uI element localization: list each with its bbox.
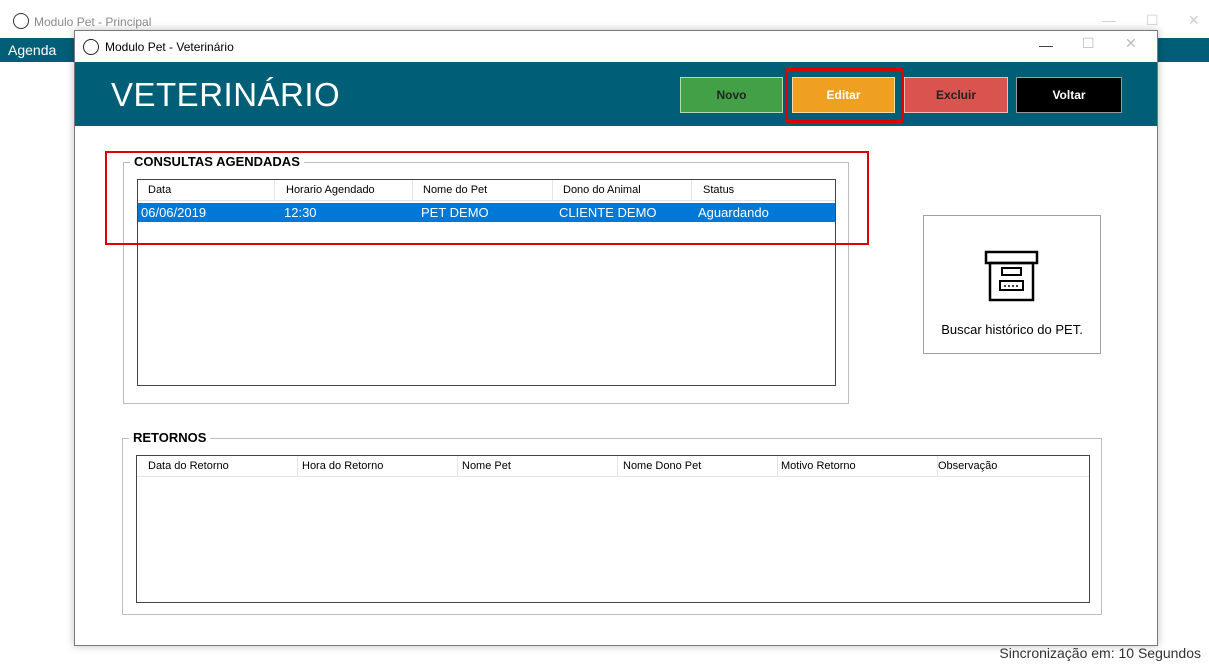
close-button[interactable]: ✕ [1125, 35, 1137, 52]
retornos-title: RETORNOS [129, 430, 211, 445]
col-status[interactable]: Status [703, 184, 734, 196]
retornos-header: Data do Retorno Hora do Retorno Nome Pet… [137, 456, 1089, 477]
col-separator [297, 456, 298, 477]
dialog-titlebar: Modulo Pet - Veterinário — ☐ ✕ [75, 31, 1157, 62]
cell-dono: CLIENTE DEMO [559, 205, 657, 220]
col-dono[interactable]: Dono do Animal [563, 184, 641, 196]
novo-button[interactable]: Novo [680, 77, 783, 113]
cell-horario: 12:30 [284, 205, 317, 220]
veterinario-dialog: Modulo Pet - Veterinário — ☐ ✕ VETERINÁR… [74, 30, 1158, 646]
col-separator [617, 456, 618, 477]
buscar-historico-button[interactable]: Buscar histórico do PET. [923, 215, 1101, 354]
cell-data: 06/06/2019 [141, 205, 207, 220]
col-nome-pet[interactable]: Nome do Pet [423, 184, 487, 196]
sync-status: Sincronização em: 10 Segundos [999, 645, 1201, 661]
col-data-retorno[interactable]: Data do Retorno [148, 460, 229, 472]
minimize-button[interactable]: — [1039, 37, 1053, 53]
main-window-title: Modulo Pet - Principal [34, 15, 152, 29]
col-separator [552, 180, 553, 201]
col-motivo[interactable]: Motivo Retorno [781, 460, 856, 472]
paw-icon [83, 39, 99, 55]
col-nome-pet[interactable]: Nome Pet [462, 460, 511, 472]
consultas-title: CONSULTAS AGENDADAS [130, 154, 304, 169]
retornos-list[interactable]: Data do Retorno Hora do Retorno Nome Pet… [136, 455, 1090, 603]
cell-status: Aguardando [698, 205, 769, 220]
col-nome-dono[interactable]: Nome Dono Pet [623, 460, 701, 472]
excluir-button[interactable]: Excluir [904, 77, 1008, 113]
maximize-button[interactable]: ☐ [1082, 35, 1095, 52]
table-row[interactable]: 06/06/2019 12:30 PET DEMO CLIENTE DEMO A… [138, 203, 835, 222]
archive-box-icon [984, 250, 1039, 302]
col-observacao[interactable]: Observação [938, 460, 997, 472]
main-maximize-button[interactable]: ☐ [1146, 12, 1159, 29]
col-separator [777, 456, 778, 477]
voltar-button[interactable]: Voltar [1016, 77, 1122, 113]
col-horario[interactable]: Horario Agendado [286, 184, 375, 196]
col-separator [274, 180, 275, 201]
menu-agenda[interactable]: Agenda [8, 42, 56, 58]
col-separator [691, 180, 692, 201]
consultas-group: CONSULTAS AGENDADAS Data Horario Agendad… [123, 154, 849, 404]
page-title: VETERINÁRIO [111, 76, 341, 113]
col-data[interactable]: Data [148, 184, 171, 196]
col-separator [457, 456, 458, 477]
dialog-header: VETERINÁRIO Novo Editar Excluir Voltar [75, 62, 1157, 126]
paw-icon [13, 13, 29, 29]
col-hora-retorno[interactable]: Hora do Retorno [302, 460, 383, 472]
dialog-title: Modulo Pet - Veterinário [105, 40, 234, 54]
consultas-header: Data Horario Agendado Nome do Pet Dono d… [138, 180, 835, 201]
col-separator [412, 180, 413, 201]
main-minimize-button[interactable]: — [1102, 12, 1116, 28]
cell-nome-pet: PET DEMO [421, 205, 489, 220]
retornos-group: RETORNOS Data do Retorno Hora do Retorno… [122, 430, 1102, 615]
editar-button[interactable]: Editar [792, 77, 895, 113]
main-close-button[interactable]: ✕ [1188, 12, 1200, 29]
buscar-historico-label: Buscar histórico do PET. [941, 322, 1083, 337]
consultas-list[interactable]: Data Horario Agendado Nome do Pet Dono d… [137, 179, 836, 386]
